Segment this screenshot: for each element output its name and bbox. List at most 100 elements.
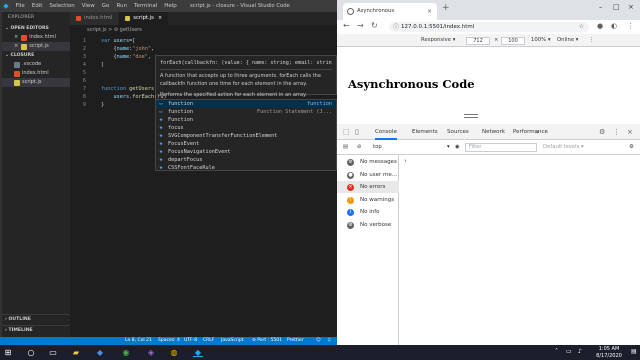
devtools-tab-elements[interactable]: Elements <box>412 124 438 140</box>
back-icon[interactable]: ← <box>343 21 350 30</box>
close-icon[interactable]: × <box>627 128 633 136</box>
suggestion-item[interactable]: ▭ function Function Statement (J... <box>156 108 336 116</box>
width-input[interactable]: 712 <box>466 37 490 45</box>
more-tabs-icon[interactable]: » <box>535 128 539 136</box>
profile-icon[interactable]: ◐ <box>611 22 617 30</box>
windows-start-icon[interactable]: ⊞ <box>3 348 13 357</box>
status-encoding[interactable]: UTF-8 <box>184 337 197 345</box>
console-filter-item[interactable]: i No info <box>337 206 399 218</box>
browser-tab[interactable]: Asynchronous × <box>343 3 437 20</box>
menu-item-edit[interactable]: Edit <box>28 3 46 9</box>
minimize-icon[interactable]: – <box>599 3 603 11</box>
height-input[interactable]: 100 <box>501 37 525 45</box>
menu-item-view[interactable]: View <box>78 3 98 9</box>
clear-console-icon[interactable]: ⊘ <box>357 140 361 155</box>
eye-icon[interactable]: ◉ <box>455 140 460 155</box>
console-output[interactable]: › <box>400 155 640 345</box>
close-icon[interactable]: × <box>158 12 162 25</box>
suggestion-item[interactable]: ❖ focus <box>156 124 336 132</box>
filter-input[interactable]: Filter <box>465 143 537 152</box>
folder-section[interactable]: ⌄ CLOSURE <box>2 51 70 60</box>
suggestion-item[interactable]: ❖ Function <box>156 116 336 124</box>
suggestion-item[interactable]: ❖ FocusEvent <box>156 140 336 148</box>
breadcrumb[interactable]: script.js > ⊘ getUsers <box>70 25 337 35</box>
status-eol[interactable]: CRLF <box>203 337 214 345</box>
volume-icon[interactable]: ♪ <box>578 348 582 355</box>
menu-item-go[interactable]: Go <box>98 3 113 9</box>
app-icon[interactable]: ◆ <box>95 348 105 357</box>
more-icon[interactable]: ⋮ <box>613 128 620 136</box>
levels-select[interactable]: Default levels ▾ <box>543 140 584 155</box>
zoom-select[interactable]: 100% ▾ <box>531 34 551 47</box>
console-filter-item[interactable]: ≡ No messages <box>337 156 399 168</box>
address-bar[interactable]: ⓘ 127.0.0.1:5501/index.html ☆ <box>389 22 589 32</box>
inspect-icon[interactable]: ⬚ <box>343 128 350 136</box>
console-filter-item[interactable]: × No errors <box>337 181 399 193</box>
menu-icon[interactable]: ⋮ <box>627 22 634 30</box>
menu-item-file[interactable]: File <box>12 3 28 9</box>
devtools-tab-sources[interactable]: Sources <box>447 124 469 140</box>
gear-icon[interactable]: ⚙ <box>599 128 605 136</box>
chrome-icon[interactable]: ◉ <box>121 348 131 357</box>
devtools-tab-console[interactable]: Console <box>375 124 397 140</box>
gear-icon[interactable]: ⚙ <box>629 140 634 155</box>
file-explorer-icon[interactable]: ▰ <box>71 348 81 357</box>
extension-icon[interactable]: ● <box>597 22 603 30</box>
suggestion-item[interactable]: ❖ FocusNavigationEvent <box>156 148 336 156</box>
new-tab-button[interactable]: + <box>442 3 450 13</box>
timeline-section[interactable]: › TIMELINE <box>2 325 70 334</box>
menu-item-terminal[interactable]: Terminal <box>130 3 160 9</box>
status-spaces[interactable]: Spaces: 4 <box>158 337 180 345</box>
resize-handle[interactable] <box>464 114 478 118</box>
file-item[interactable]: index.html <box>2 69 70 78</box>
star-icon[interactable]: ☆ <box>579 22 584 32</box>
sidebar-toggle-icon[interactable]: ▤ <box>343 140 348 155</box>
close-icon[interactable]: × <box>14 33 18 42</box>
app-icon-2[interactable]: ◍ <box>169 348 179 357</box>
task-view-icon[interactable]: ▭ <box>48 348 58 357</box>
suggestion-item[interactable]: ▭ function function <box>156 100 336 108</box>
reload-icon[interactable]: ↻ <box>371 21 378 30</box>
status-prettier[interactable]: Prettier <box>287 337 304 345</box>
status-position[interactable]: Ln 8, Col 21 <box>125 337 152 345</box>
tray-chevron-icon[interactable]: ˄ <box>555 348 558 355</box>
device-select[interactable]: Responsive ▾ <box>421 34 455 47</box>
context-select[interactable]: top <box>373 140 382 155</box>
maximize-icon[interactable]: □ <box>613 3 620 11</box>
suggestion-item[interactable]: ❖ CSSFontFaceRule <box>156 164 336 172</box>
devtools-tab-performance[interactable]: Performance <box>513 124 548 140</box>
vscode-taskbar-icon[interactable]: ◆ <box>193 348 203 357</box>
network-select[interactable]: Online ▾ <box>557 34 578 47</box>
suggestion-item[interactable]: ❖ SVGComponentTransferFunctionElement <box>156 132 336 140</box>
editor-tab[interactable]: script.js × <box>119 12 170 25</box>
file-item[interactable]: × script.js <box>2 42 70 51</box>
close-icon[interactable]: × <box>14 42 18 51</box>
status-language[interactable]: JavaScript <box>221 337 244 345</box>
clock[interactable]: 1:05 AM 8/17/2020 <box>590 346 628 359</box>
suggestion-item[interactable]: ❖ departFocus <box>156 156 336 164</box>
file-item[interactable]: script.js <box>2 78 70 87</box>
network-icon[interactable]: ▭ <box>566 348 572 355</box>
more-icon[interactable]: ⋮ <box>589 34 594 47</box>
notification-icon[interactable]: ▤ <box>631 348 637 355</box>
forward-icon[interactable]: → <box>357 21 364 30</box>
menu-item-selection[interactable]: Selection <box>46 3 78 9</box>
menu-item-help[interactable]: Help <box>161 3 181 9</box>
console-filter-item[interactable]: ! No warnings <box>337 194 399 206</box>
console-filter-item[interactable]: ⚙ No verbose <box>337 219 399 231</box>
device-icon[interactable]: ▯ <box>355 128 359 136</box>
devtools-tab-network[interactable]: Network <box>482 124 505 140</box>
open-editors-section[interactable]: ⌄ OPEN EDITORS <box>2 24 70 33</box>
menu-item-run[interactable]: Run <box>113 3 131 9</box>
editor-tab[interactable]: index.html <box>70 12 120 25</box>
close-icon[interactable]: × <box>427 3 432 20</box>
feedback-icon[interactable]: ☺ <box>316 337 321 345</box>
visual-studio-icon[interactable]: ◈ <box>146 348 156 357</box>
file-item[interactable]: .vscode <box>2 60 70 69</box>
close-window-icon[interactable]: × <box>628 3 634 11</box>
outline-section[interactable]: › OUTLINE <box>2 314 70 323</box>
console-filter-item[interactable]: ● No user me... <box>337 169 399 181</box>
search-icon[interactable]: ○ <box>26 348 36 357</box>
file-item[interactable]: × index.html <box>2 33 70 42</box>
bell-icon[interactable]: ♫ <box>327 337 331 345</box>
